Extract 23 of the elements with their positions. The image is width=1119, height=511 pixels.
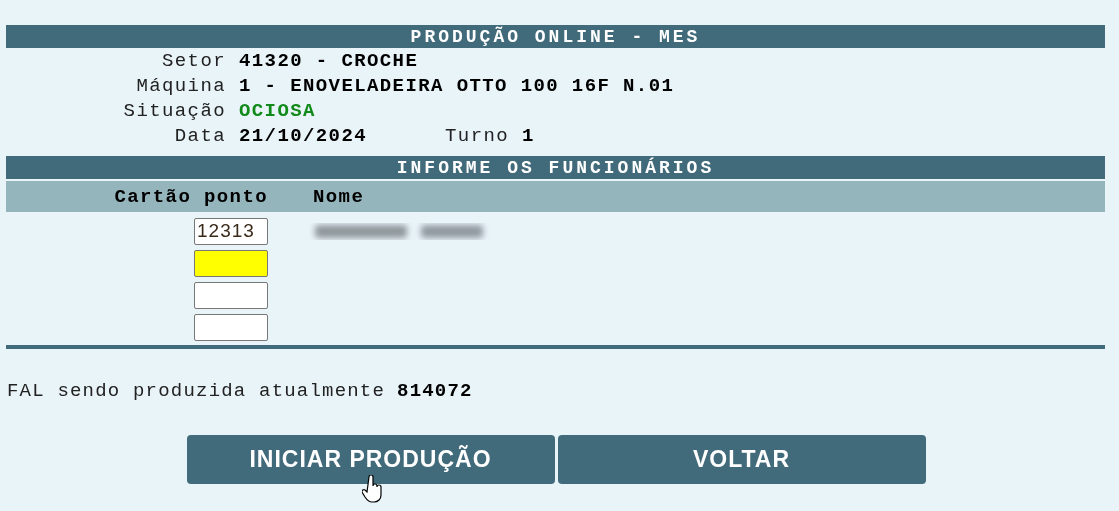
current-value: 814072 — [397, 380, 473, 402]
card-input[interactable]: 12313 — [194, 217, 268, 245]
field-value: 1 - ENOVELADEIRA OTTO 100 16F N.01 — [239, 75, 675, 97]
section-bar: INFORME OS FUNCIONÁRIOS — [6, 156, 1105, 179]
current-label: FAL sendo produzida atualmente — [7, 380, 386, 402]
column-header: Nome — [313, 185, 365, 208]
action-button[interactable]: INICIAR PRODUÇÃO — [186, 435, 555, 484]
field-value: 41320 - CROCHE — [239, 50, 419, 72]
card-input[interactable] — [194, 249, 268, 277]
field-value: 1 — [522, 125, 535, 147]
title-bar: PRODUÇÃO ONLINE - MES — [6, 25, 1105, 48]
field-value: 21/10/2024 — [239, 125, 368, 147]
field-label: Data — [173, 125, 226, 147]
action-button[interactable]: VOLTAR — [557, 435, 926, 484]
card-input[interactable] — [194, 281, 268, 309]
column-header: Cartão ponto — [113, 185, 268, 208]
field-label: Turno — [445, 125, 510, 147]
field-value: OCIOSA — [239, 100, 316, 122]
field-label: Máquina — [135, 75, 226, 97]
hand-pointer-icon — [362, 475, 384, 503]
field-label: Situação — [122, 100, 226, 122]
card-input[interactable] — [194, 313, 268, 341]
field-label: Setor — [161, 50, 226, 72]
